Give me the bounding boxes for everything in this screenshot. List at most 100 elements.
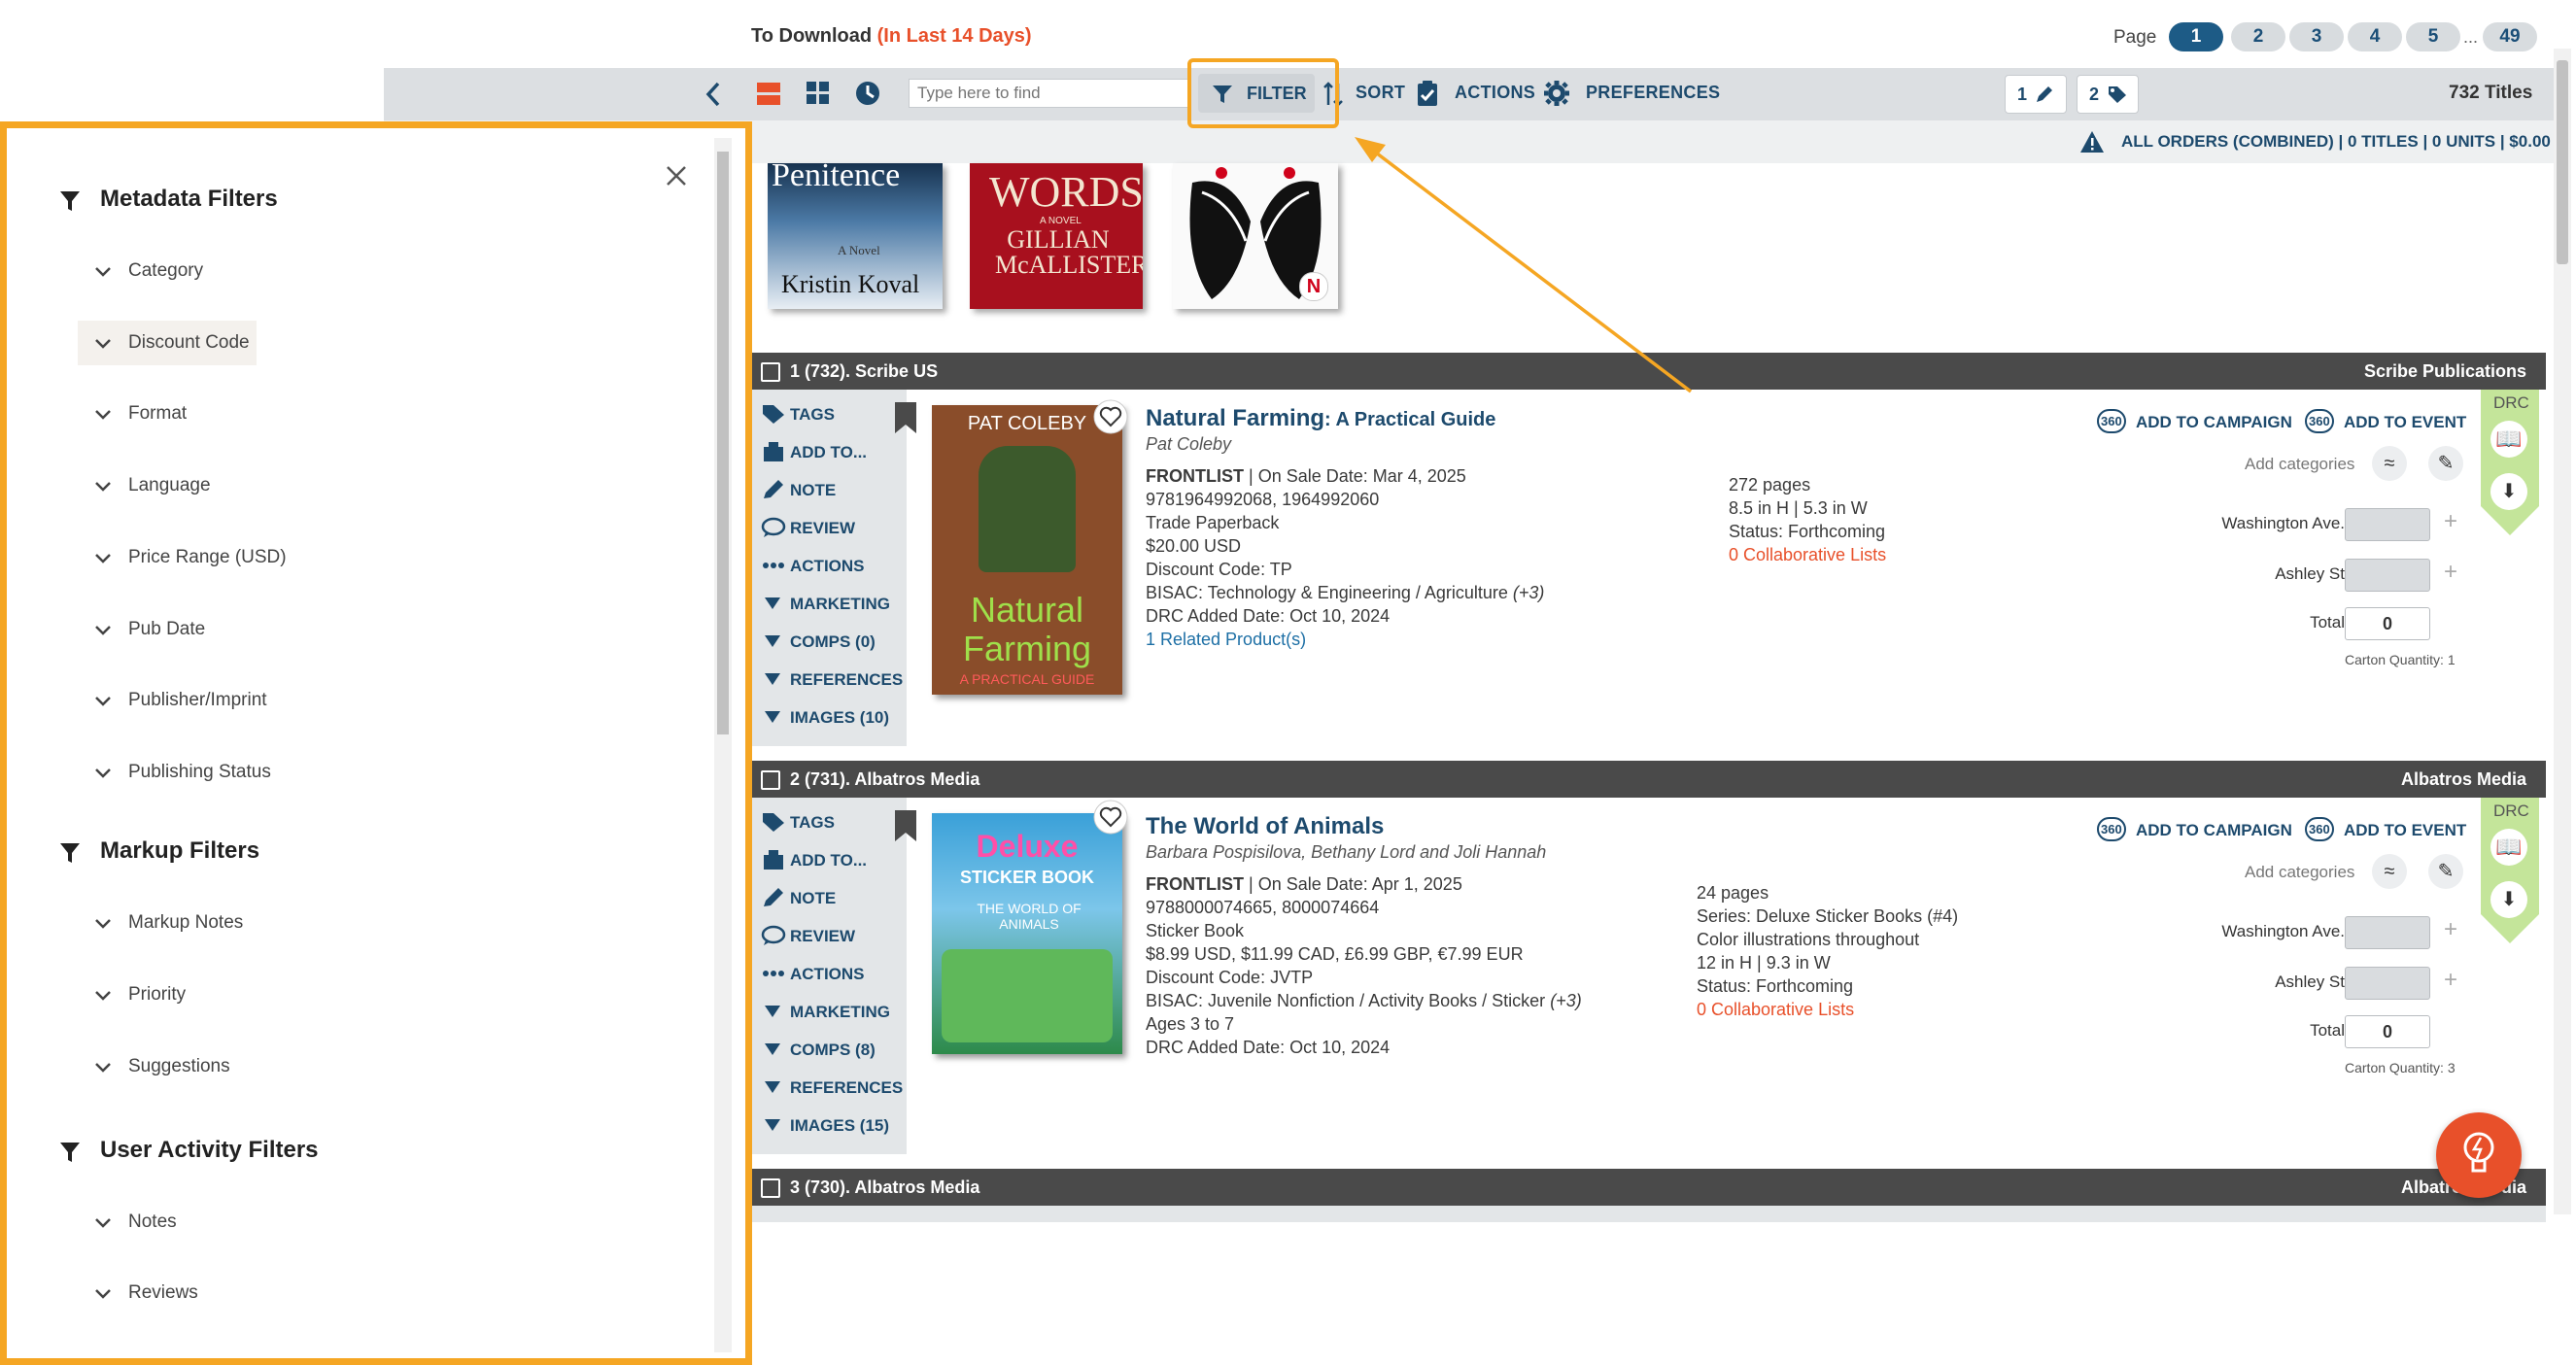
references-link[interactable]: REFERENCES bbox=[790, 1078, 903, 1098]
heart-icon[interactable] bbox=[1093, 800, 1128, 835]
filter-price-range[interactable]: Price Range (USD) bbox=[128, 547, 287, 568]
panel-scrollbar[interactable] bbox=[714, 138, 732, 1352]
back-chevron-icon[interactable] bbox=[704, 81, 722, 108]
select-checkbox[interactable] bbox=[761, 770, 780, 790]
tag-count-button[interactable]: 2 bbox=[2077, 75, 2139, 114]
filter-markup-notes[interactable]: Markup Notes bbox=[128, 912, 243, 934]
actions-button[interactable]: ACTIONS bbox=[1455, 83, 1535, 103]
plus-icon[interactable]: + bbox=[2444, 559, 2457, 586]
book-title[interactable]: Natural Farming: A Practical Guide bbox=[1146, 405, 2040, 432]
bookmark-icon[interactable] bbox=[893, 809, 918, 842]
filter-publisher-imprint[interactable]: Publisher/Imprint bbox=[128, 690, 267, 711]
filter-language[interactable]: Language bbox=[128, 475, 211, 496]
clock-view-icon[interactable] bbox=[854, 80, 881, 107]
add-to-campaign-button[interactable]: ADD TO CAMPAIGN bbox=[2136, 413, 2292, 432]
funnel-icon bbox=[60, 1143, 80, 1162]
book-cover-2[interactable]: Deluxe STICKER BOOK THE WORLD OF ANIMALS bbox=[932, 813, 1122, 1054]
select-checkbox[interactable] bbox=[761, 1178, 780, 1198]
open-book-icon[interactable]: 📖 bbox=[2490, 829, 2527, 866]
marketing-link[interactable]: MARKETING bbox=[790, 595, 890, 614]
add-to-event-button[interactable]: ADD TO EVENT bbox=[2344, 413, 2466, 432]
filter-category[interactable]: Category bbox=[128, 260, 203, 282]
download-cloud-icon[interactable]: ⬇ bbox=[2490, 881, 2527, 918]
note-link[interactable]: NOTE bbox=[790, 889, 836, 908]
actions-link[interactable]: ACTIONS bbox=[790, 557, 865, 576]
review-link[interactable]: REVIEW bbox=[790, 927, 855, 946]
page-button-3[interactable]: 3 bbox=[2289, 22, 2344, 51]
comps-link[interactable]: COMPS (0) bbox=[790, 632, 876, 652]
filter-format[interactable]: Format bbox=[128, 403, 187, 425]
filter-notes[interactable]: Notes bbox=[128, 1211, 177, 1233]
close-icon[interactable] bbox=[664, 163, 689, 188]
filter-pub-date[interactable]: Pub Date bbox=[128, 619, 205, 640]
filter-suggestions[interactable]: Suggestions bbox=[128, 1056, 230, 1077]
add-to-campaign-button[interactable]: ADD TO CAMPAIGN bbox=[2136, 821, 2292, 840]
preferences-button[interactable]: PREFERENCES bbox=[1586, 83, 1720, 103]
search-input[interactable] bbox=[909, 79, 1190, 108]
grid-view-icon[interactable] bbox=[806, 81, 831, 106]
filter-priority[interactable]: Priority bbox=[128, 984, 186, 1006]
list-view-icon[interactable] bbox=[755, 81, 782, 108]
cover-words[interactable]: WORDS A NOVEL GILLIAN McALLISTER bbox=[970, 163, 1143, 309]
page-scrollbar[interactable] bbox=[2554, 49, 2571, 1214]
ashley-qty-input[interactable] bbox=[2345, 967, 2430, 1000]
edit-count-button[interactable]: 1 bbox=[2005, 75, 2067, 114]
images-link[interactable]: IMAGES (10) bbox=[790, 708, 889, 728]
page-button-4[interactable]: 4 bbox=[2348, 22, 2402, 51]
open-book-icon[interactable]: 📖 bbox=[2490, 421, 2527, 458]
select-checkbox[interactable] bbox=[761, 362, 780, 382]
related-products-link[interactable]: 1 Related Product(s) bbox=[1146, 628, 2040, 651]
trend-icon[interactable]: ≈ bbox=[2372, 854, 2407, 889]
360-icon: 360 bbox=[2097, 409, 2126, 433]
panel-scrollbar-thumb[interactable] bbox=[717, 152, 729, 734]
help-button[interactable] bbox=[2436, 1112, 2522, 1198]
review-link[interactable]: REVIEW bbox=[790, 519, 855, 538]
note-link[interactable]: NOTE bbox=[790, 481, 836, 500]
collaborative-lists-link[interactable]: 0 Collaborative Lists bbox=[1729, 543, 1886, 566]
book-title[interactable]: The World of Animals bbox=[1146, 813, 2040, 840]
page-button-5[interactable]: 5 bbox=[2406, 22, 2460, 51]
plus-icon[interactable]: + bbox=[2444, 508, 2457, 535]
download-cloud-icon[interactable]: ⬇ bbox=[2490, 473, 2527, 510]
trend-icon[interactable]: ≈ bbox=[2372, 446, 2407, 481]
tags-link[interactable]: TAGS bbox=[790, 813, 835, 833]
orders-summary[interactable]: ALL ORDERS (COMBINED) | 0 TITLES | 0 UNI… bbox=[2121, 132, 2551, 152]
page-button-2[interactable]: 2 bbox=[2231, 22, 2285, 51]
bookmark-icon[interactable] bbox=[893, 401, 918, 434]
bisac-more[interactable]: (+3) bbox=[1513, 583, 1545, 602]
images-link[interactable]: IMAGES (15) bbox=[790, 1116, 889, 1136]
heart-icon[interactable] bbox=[1093, 399, 1128, 434]
bisac-more[interactable]: (+3) bbox=[1550, 991, 1582, 1010]
ashley-qty-input[interactable] bbox=[2345, 559, 2430, 592]
page-scrollbar-thumb[interactable] bbox=[2557, 60, 2568, 264]
add-to-link[interactable]: ADD TO... bbox=[790, 851, 867, 870]
title-header-right: Albatros Media bbox=[2400, 769, 2526, 789]
add-to-event-button[interactable]: ADD TO EVENT bbox=[2344, 821, 2466, 840]
sort-button[interactable]: SORT bbox=[1356, 83, 1405, 103]
title-header-2: 2 (731). Albatros Media Albatros Media bbox=[751, 761, 2546, 798]
tags-link[interactable]: TAGS bbox=[790, 405, 835, 425]
chevron-down-icon bbox=[95, 410, 111, 420]
washington-qty-input[interactable] bbox=[2345, 916, 2430, 949]
plus-icon[interactable]: + bbox=[2444, 916, 2457, 943]
edit-icon[interactable]: ✎ bbox=[2428, 446, 2463, 481]
filter-discount-code[interactable]: Discount Code bbox=[128, 332, 250, 354]
plus-icon[interactable]: + bbox=[2444, 967, 2457, 994]
actions-link[interactable]: ACTIONS bbox=[790, 965, 865, 984]
washington-qty-input[interactable] bbox=[2345, 508, 2430, 541]
comps-link[interactable]: COMPS (8) bbox=[790, 1041, 876, 1060]
page-button-last[interactable]: 49 bbox=[2483, 22, 2537, 51]
add-categories-link[interactable]: Add categories bbox=[2245, 455, 2354, 474]
collaborative-lists-link[interactable]: 0 Collaborative Lists bbox=[1697, 998, 1958, 1021]
references-link[interactable]: REFERENCES bbox=[790, 670, 903, 690]
add-to-link[interactable]: ADD TO... bbox=[790, 443, 867, 462]
edit-icon[interactable]: ✎ bbox=[2428, 854, 2463, 889]
filter-publishing-status[interactable]: Publishing Status bbox=[128, 762, 271, 783]
add-categories-link[interactable]: Add categories bbox=[2245, 863, 2354, 882]
cover-penitence[interactable]: Penitence A Novel Kristin Koval bbox=[768, 163, 943, 309]
book-cover-1[interactable]: PAT COLEBY Natural Farming A PRACTICAL G… bbox=[932, 405, 1122, 695]
marketing-link[interactable]: MARKETING bbox=[790, 1003, 890, 1022]
cover-netflix[interactable]: N bbox=[1173, 163, 1338, 309]
page-button-1[interactable]: 1 bbox=[2169, 22, 2223, 51]
filter-reviews[interactable]: Reviews bbox=[128, 1282, 198, 1304]
